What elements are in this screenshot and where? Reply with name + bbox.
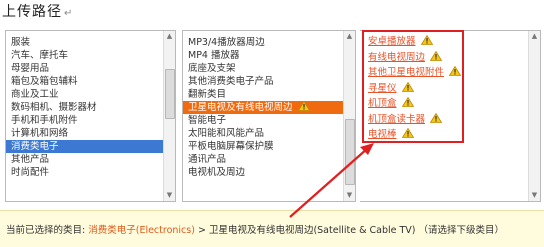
list-item[interactable]: 寻星仪 [368,81,461,97]
list-item[interactable]: MP3/4播放器周边 [183,36,343,49]
scroll-down-arrow-icon[interactable]: ▼ [164,190,175,201]
category-list-level2[interactable]: MP3/4播放器周边 MP4 播放器 底座及支架 其他消费类电子产品 翻新类目 … [182,30,356,202]
scrollbar[interactable]: ▲ ▼ [343,31,355,201]
list-item-selected[interactable]: 消费类电子 [6,140,163,153]
scroll-down-arrow-icon[interactable]: ▼ [529,190,540,201]
warning-icon [297,101,310,111]
list-item[interactable]: 母婴用品 [6,62,163,75]
list-item-label: 机顶盒读卡器 [368,113,426,125]
scroll-up-arrow-icon[interactable]: ▲ [529,31,540,42]
list-item[interactable]: 数码相机、摄影器材 [6,101,163,114]
list-item[interactable]: 其他消费类电子产品 [183,75,343,88]
warning-icon [420,35,433,45]
list-item[interactable]: 服装 [6,36,163,49]
list-item[interactable]: 电视机及周边 [183,166,343,179]
list-item[interactable]: 机顶盒 [368,96,461,112]
scroll-down-arrow-icon[interactable]: ▼ [344,190,355,201]
selected-category-prefix: 当前已选择的类目: [6,225,86,236]
list-item-label: 寻星仪 [368,82,397,94]
scrollbar[interactable]: ▲ ▼ [163,31,175,201]
list-item-label: 电视棒 [368,129,397,140]
subcategory-list: 安卓播放器 有线电视周边 其他卫星电视附件 寻星仪 机顶盒 机顶盒读卡器 电视棒 [368,34,462,143]
scrollbar-thumb[interactable] [345,119,355,185]
scrollbar-thumb[interactable] [165,69,175,119]
list-item[interactable]: 通讯产品 [183,153,343,166]
selected-category-text: 当前已选择的类目: 消费类电子(Electronics) > 卫星电视及有线电视… [6,222,504,236]
list-item[interactable]: MP4 播放器 [183,49,343,62]
page-title-text: 上传路径 [2,4,62,20]
list-item-label: 机顶盒 [368,98,397,109]
return-mark: ↵ [64,8,74,19]
list-item[interactable]: 智能电子 [183,114,343,127]
list-item-label: 卫星电视及有线电视周边 [188,102,293,113]
warning-icon [401,81,414,92]
breadcrumb-level2: 卫星电视及有线电视周边(Satellite & Cable TV) [208,225,416,236]
list-item[interactable]: 太阳能和风能产品 [183,127,343,140]
list-item[interactable]: 电视棒 [368,127,461,143]
list-item-label: 有线电视周边 [368,51,426,63]
selected-category-bar: 当前已选择的类目: 消费类电子(Electronics) > 卫星电视及有线电视… [0,210,544,247]
warning-icon [401,97,414,107]
list-item[interactable]: 安卓播放器 [368,34,461,50]
list-item-selected[interactable]: 卫星电视及有线电视周边 [183,101,343,114]
list-item[interactable]: 有线电视周边 [368,50,461,66]
list-item[interactable]: 手机和手机附件 [6,114,163,127]
breadcrumb-separator: > [194,225,209,236]
scroll-up-arrow-icon[interactable]: ▲ [164,31,175,42]
list-item-label: 其他卫星电视附件 [368,67,445,78]
list-item[interactable]: 时尚配件 [6,166,163,179]
list-item-label: 安卓播放器 [368,36,416,47]
list-item[interactable]: 商业及工业 [6,88,163,101]
list-item[interactable]: 计算机和网络 [6,127,163,140]
warning-icon [430,112,443,123]
warning-icon [401,128,414,138]
selection-hint: （请选择下级类目） [418,225,505,236]
list-item[interactable]: 底座及支架 [183,62,343,75]
list-item[interactable]: 翻新类目 [183,88,343,101]
page-title: 上传路径 ↵ [2,1,73,21]
list-item[interactable]: 其他卫星电视附件 [368,65,462,81]
scrollbar[interactable]: ▲ ▼ [528,31,540,201]
list-item[interactable]: 箱包及箱包辅料 [6,75,163,88]
category-list-level1[interactable]: 服装 汽车、摩托车 母婴用品 箱包及箱包辅料 商业及工业 数码相机、摄影器材 手… [5,30,176,202]
list-item[interactable]: 汽车、摩托车 [6,49,163,62]
warning-icon [449,66,462,76]
list-item[interactable]: 机顶盒读卡器 [368,112,461,128]
list-item[interactable]: 其他产品 [6,153,163,166]
warning-icon [430,50,443,61]
breadcrumb-level1[interactable]: 消费类电子(Electronics) [88,225,195,236]
list-item[interactable]: 平板电脑屏幕保护膜 [183,140,343,153]
scroll-up-arrow-icon[interactable]: ▲ [344,31,355,42]
